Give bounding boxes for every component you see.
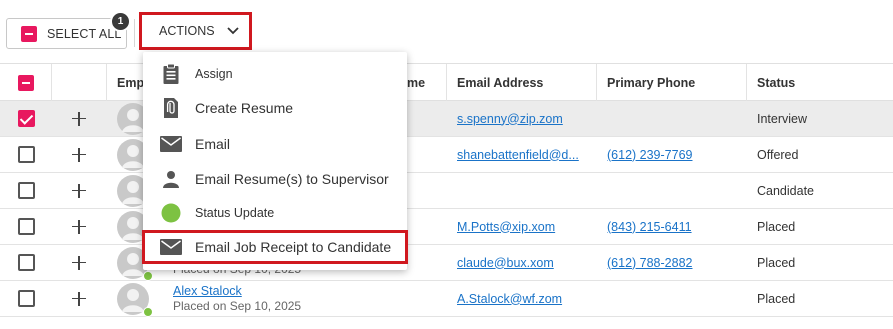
- email-link[interactable]: claude@bux.xom: [457, 256, 554, 270]
- table-row[interactable]: M.Potts@xip.xom (843) 215-6411 Placed: [0, 209, 893, 245]
- toolbar: SELECT ALL 1 ACTIONS: [0, 0, 893, 60]
- table-row[interactable]: Candidate: [0, 173, 893, 209]
- candidate-name-link[interactable]: Alex Stalock: [173, 284, 301, 299]
- actions-menu: Assign Create Resume Email Email Resume(…: [142, 52, 408, 270]
- placed-date: Placed on Sep 10, 2025: [173, 298, 302, 313]
- menu-item-label: Create Resume: [195, 100, 294, 116]
- row-checkbox[interactable]: [18, 146, 35, 163]
- expand-plus-icon[interactable]: [71, 219, 87, 235]
- column-header-phone[interactable]: Primary Phone: [607, 64, 695, 101]
- expand-plus-icon[interactable]: [71, 147, 87, 163]
- email-link[interactable]: shanebattenfield@d...: [457, 148, 579, 162]
- toolbar-divider: [134, 19, 135, 47]
- table-row[interactable]: s.spenny@zip.zom Interview: [0, 101, 893, 137]
- column-header-name[interactable]: me: [407, 64, 425, 101]
- row-checkbox[interactable]: [18, 110, 35, 127]
- row-checkbox[interactable]: [18, 290, 35, 307]
- status-text: Candidate: [757, 183, 814, 198]
- status-text: Placed: [757, 291, 796, 306]
- clipboard-icon: [160, 63, 182, 85]
- expand-plus-icon[interactable]: [71, 255, 87, 271]
- menu-item-create-resume[interactable]: Create Resume: [143, 91, 407, 125]
- header-select-checkbox[interactable]: [18, 64, 34, 101]
- status-text: Placed: [757, 255, 796, 270]
- table-row[interactable]: Placed on Sep 10, 2025 claude@bux.xom (6…: [0, 245, 893, 281]
- phone-link[interactable]: (612) 239-7769: [607, 148, 692, 162]
- envelope-icon: [160, 236, 182, 258]
- menu-item-email-resume-supervisor[interactable]: Email Resume(s) to Supervisor: [143, 162, 407, 196]
- table-row[interactable]: shanebattenfield@d... (612) 239-7769 Off…: [0, 137, 893, 173]
- column-header-email[interactable]: Email Address: [457, 64, 543, 101]
- envelope-icon: [160, 133, 182, 155]
- minus-checkbox-icon: [18, 74, 34, 91]
- select-all-button[interactable]: SELECT ALL: [6, 18, 127, 49]
- row-checkbox[interactable]: [18, 218, 35, 235]
- email-link[interactable]: M.Potts@xip.xom: [457, 220, 555, 234]
- menu-item-label: Status Update: [195, 206, 275, 220]
- menu-item-label: Email Job Receipt to Candidate: [195, 239, 392, 255]
- row-checkbox[interactable]: [18, 254, 35, 271]
- menu-item-label: Email Resume(s) to Supervisor: [195, 171, 389, 187]
- expand-plus-icon[interactable]: [71, 291, 87, 307]
- chevron-down-icon: [226, 27, 239, 35]
- actions-dropdown-button[interactable]: ACTIONS: [139, 12, 252, 50]
- menu-item-label: Email: [195, 136, 231, 152]
- status-dot-icon: [143, 270, 153, 281]
- status-text: Placed: [757, 219, 796, 234]
- status-text: Interview: [757, 111, 808, 126]
- column-header-status[interactable]: Status: [757, 64, 795, 101]
- row-checkbox[interactable]: [18, 182, 35, 199]
- column-divider: [746, 64, 747, 101]
- menu-item-email-job-receipt[interactable]: Email Job Receipt to Candidate: [142, 230, 408, 264]
- avatar: [117, 282, 153, 317]
- column-divider: [106, 64, 107, 101]
- table-header: Emp me Email Address Primary Phone Statu…: [0, 63, 893, 101]
- green-circle-icon: [160, 202, 182, 224]
- menu-item-status-update[interactable]: Status Update: [143, 196, 407, 230]
- selected-count-badge: 1: [110, 11, 131, 32]
- column-divider: [51, 64, 52, 101]
- candidate-name-block: Alex Stalock Placed on Sep 10, 2025: [173, 284, 301, 314]
- select-all-label: SELECT ALL: [47, 26, 122, 41]
- person-icon: [160, 168, 182, 190]
- status-dot-icon: [143, 306, 153, 317]
- status-text: Offered: [757, 147, 799, 162]
- minus-checkbox-icon: [21, 25, 37, 42]
- column-divider: [446, 64, 447, 101]
- menu-item-email[interactable]: Email: [143, 127, 407, 161]
- expand-plus-icon[interactable]: [71, 111, 87, 127]
- expand-plus-icon[interactable]: [71, 183, 87, 199]
- table-row[interactable]: Alex Stalock Placed on Sep 10, 2025 A.St…: [0, 281, 893, 317]
- column-divider: [596, 64, 597, 101]
- actions-label: ACTIONS: [159, 24, 215, 38]
- email-link[interactable]: s.spenny@zip.zom: [457, 112, 563, 126]
- candidates-table: Emp me Email Address Primary Phone Statu…: [0, 63, 893, 317]
- attachment-document-icon: [160, 97, 182, 119]
- menu-item-label: Assign: [195, 67, 233, 81]
- column-header-employee[interactable]: Emp: [117, 64, 144, 101]
- phone-link[interactable]: (612) 788-2882: [607, 256, 692, 270]
- email-link[interactable]: A.Stalock@wf.zom: [457, 292, 562, 306]
- menu-item-assign[interactable]: Assign: [143, 57, 407, 91]
- phone-link[interactable]: (843) 215-6411: [607, 220, 692, 234]
